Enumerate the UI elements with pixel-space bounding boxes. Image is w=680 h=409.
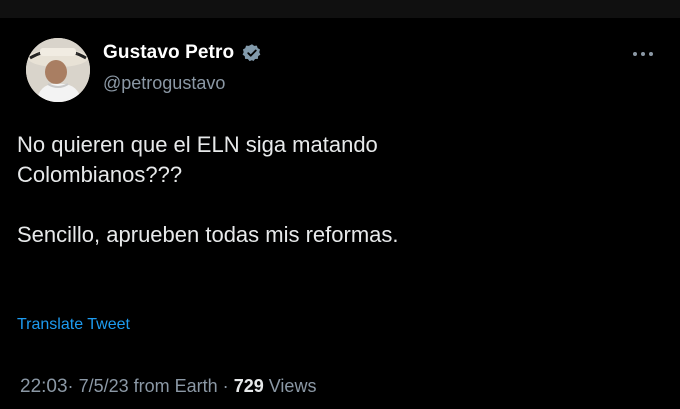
author-name-row: Gustavo Petro <box>103 42 262 64</box>
translate-tweet-link[interactable]: Translate Tweet <box>17 316 130 334</box>
more-dot <box>641 52 645 56</box>
views-label: Views <box>268 376 317 396</box>
avatar[interactable] <box>26 38 90 102</box>
meta-separator: · <box>67 376 74 396</box>
meta-separator: · <box>222 376 229 396</box>
views-count: 729 <box>233 376 264 396</box>
tweet-line: Colombianos??? <box>17 162 183 187</box>
more-dot <box>633 52 637 56</box>
tweet-time[interactable]: 22:03 <box>20 376 68 397</box>
verified-badge-icon <box>242 44 261 62</box>
tweet-line: No quieren que el ELN siga matando <box>17 132 378 157</box>
tweet-line: Sencillo, aprueben todas mis reformas. <box>17 222 399 247</box>
tweet-card: Gustavo Petro @petrogustavo No quieren q… <box>0 18 680 409</box>
tweet-source: from Earth <box>133 376 218 396</box>
more-dot <box>649 52 653 56</box>
author-display-name[interactable]: Gustavo Petro <box>103 42 234 64</box>
more-options-icon[interactable] <box>628 46 658 62</box>
top-strip <box>0 0 680 18</box>
author-handle[interactable]: @petrogustavo <box>103 73 225 94</box>
tweet-text: No quieren que el ELN siga matando Colom… <box>17 130 657 250</box>
avatar-photo <box>26 38 90 102</box>
tweet-date[interactable]: 7/5/23 <box>79 376 129 396</box>
tweet-meta: 22:03· 7/5/23 from Earth · 729 Views <box>20 376 316 398</box>
